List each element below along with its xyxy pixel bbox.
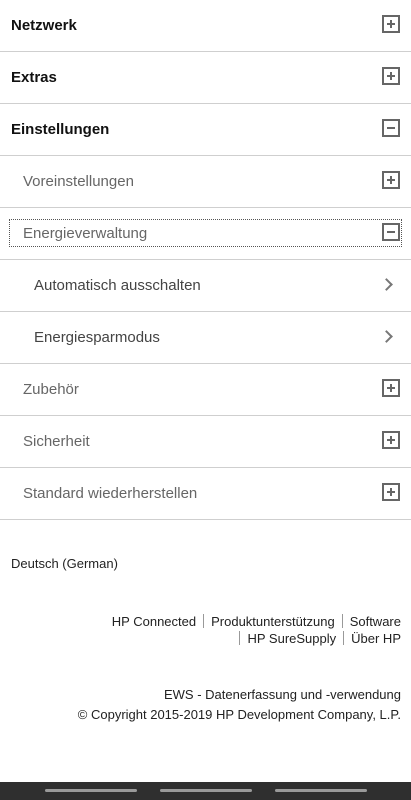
link-separator bbox=[341, 614, 343, 628]
menu-item-label: Energieverwaltung bbox=[23, 225, 148, 242]
link-software[interactable]: Software bbox=[350, 614, 401, 629]
menu-item-label: Sicherheit bbox=[23, 433, 90, 450]
expand-icon[interactable] bbox=[382, 171, 400, 189]
chevron-right-icon bbox=[380, 278, 393, 291]
collapse-icon[interactable] bbox=[382, 223, 400, 241]
copyright-text: © Copyright 2015-2019 HP Development Com… bbox=[77, 707, 401, 722]
menu-item-presets[interactable]: Voreinstellungen bbox=[0, 156, 411, 208]
link-hp-connected[interactable]: HP Connected bbox=[112, 614, 196, 629]
menu-item-label: Energiesparmodus bbox=[34, 329, 160, 346]
expand-icon[interactable] bbox=[382, 431, 400, 449]
ews-data-link[interactable]: EWS - Datenerfassung und -verwendung bbox=[164, 687, 401, 702]
menu-item-sleep-mode[interactable]: Energiesparmodus bbox=[0, 312, 411, 364]
menu-item-label: Netzwerk bbox=[11, 17, 77, 34]
menu-item-label: Zubehör bbox=[23, 381, 79, 398]
menu-item-network[interactable]: Netzwerk bbox=[0, 0, 411, 52]
menu-item-restore-defaults[interactable]: Standard wiederherstellen bbox=[0, 468, 411, 520]
menu-item-security[interactable]: Sicherheit bbox=[0, 416, 411, 468]
menu-item-energy-management[interactable]: Energieverwaltung bbox=[0, 208, 411, 260]
nav-pill[interactable] bbox=[275, 789, 367, 792]
link-separator bbox=[203, 614, 205, 628]
menu-item-settings[interactable]: Einstellungen bbox=[0, 104, 411, 156]
footer-links-row-1: HP Connected Produktunterstützung Software bbox=[112, 614, 401, 629]
expand-icon[interactable] bbox=[382, 483, 400, 501]
menu-item-label: Extras bbox=[11, 69, 57, 86]
menu-item-accessories[interactable]: Zubehör bbox=[0, 364, 411, 416]
collapse-icon[interactable] bbox=[382, 119, 400, 137]
menu-item-label: Automatisch ausschalten bbox=[34, 277, 201, 294]
link-hp-suresupply[interactable]: HP SureSupply bbox=[247, 631, 336, 646]
menu-item-label: Standard wiederherstellen bbox=[23, 485, 198, 502]
menu-item-extras[interactable]: Extras bbox=[0, 52, 411, 104]
link-about-hp[interactable]: Über HP bbox=[351, 631, 401, 646]
menu-item-label: Voreinstellungen bbox=[23, 173, 134, 190]
nav-pill[interactable] bbox=[160, 789, 252, 792]
expand-icon[interactable] bbox=[382, 379, 400, 397]
menu-item-label: Einstellungen bbox=[11, 121, 110, 138]
language-selector[interactable]: Deutsch (German) bbox=[11, 556, 118, 571]
chevron-right-icon bbox=[380, 330, 393, 343]
expand-icon[interactable] bbox=[382, 15, 400, 33]
link-separator bbox=[239, 631, 241, 645]
expand-icon[interactable] bbox=[382, 67, 400, 85]
link-product-support[interactable]: Produktunterstützung bbox=[211, 614, 335, 629]
nav-pill[interactable] bbox=[45, 789, 137, 792]
link-separator bbox=[343, 631, 345, 645]
settings-menu: Netzwerk Extras Einstellungen Voreinstel… bbox=[0, 0, 411, 520]
system-navigation-bar bbox=[0, 782, 411, 800]
menu-item-auto-off[interactable]: Automatisch ausschalten bbox=[0, 260, 411, 312]
footer-links-row-2: HP SureSupply Über HP bbox=[232, 631, 401, 646]
